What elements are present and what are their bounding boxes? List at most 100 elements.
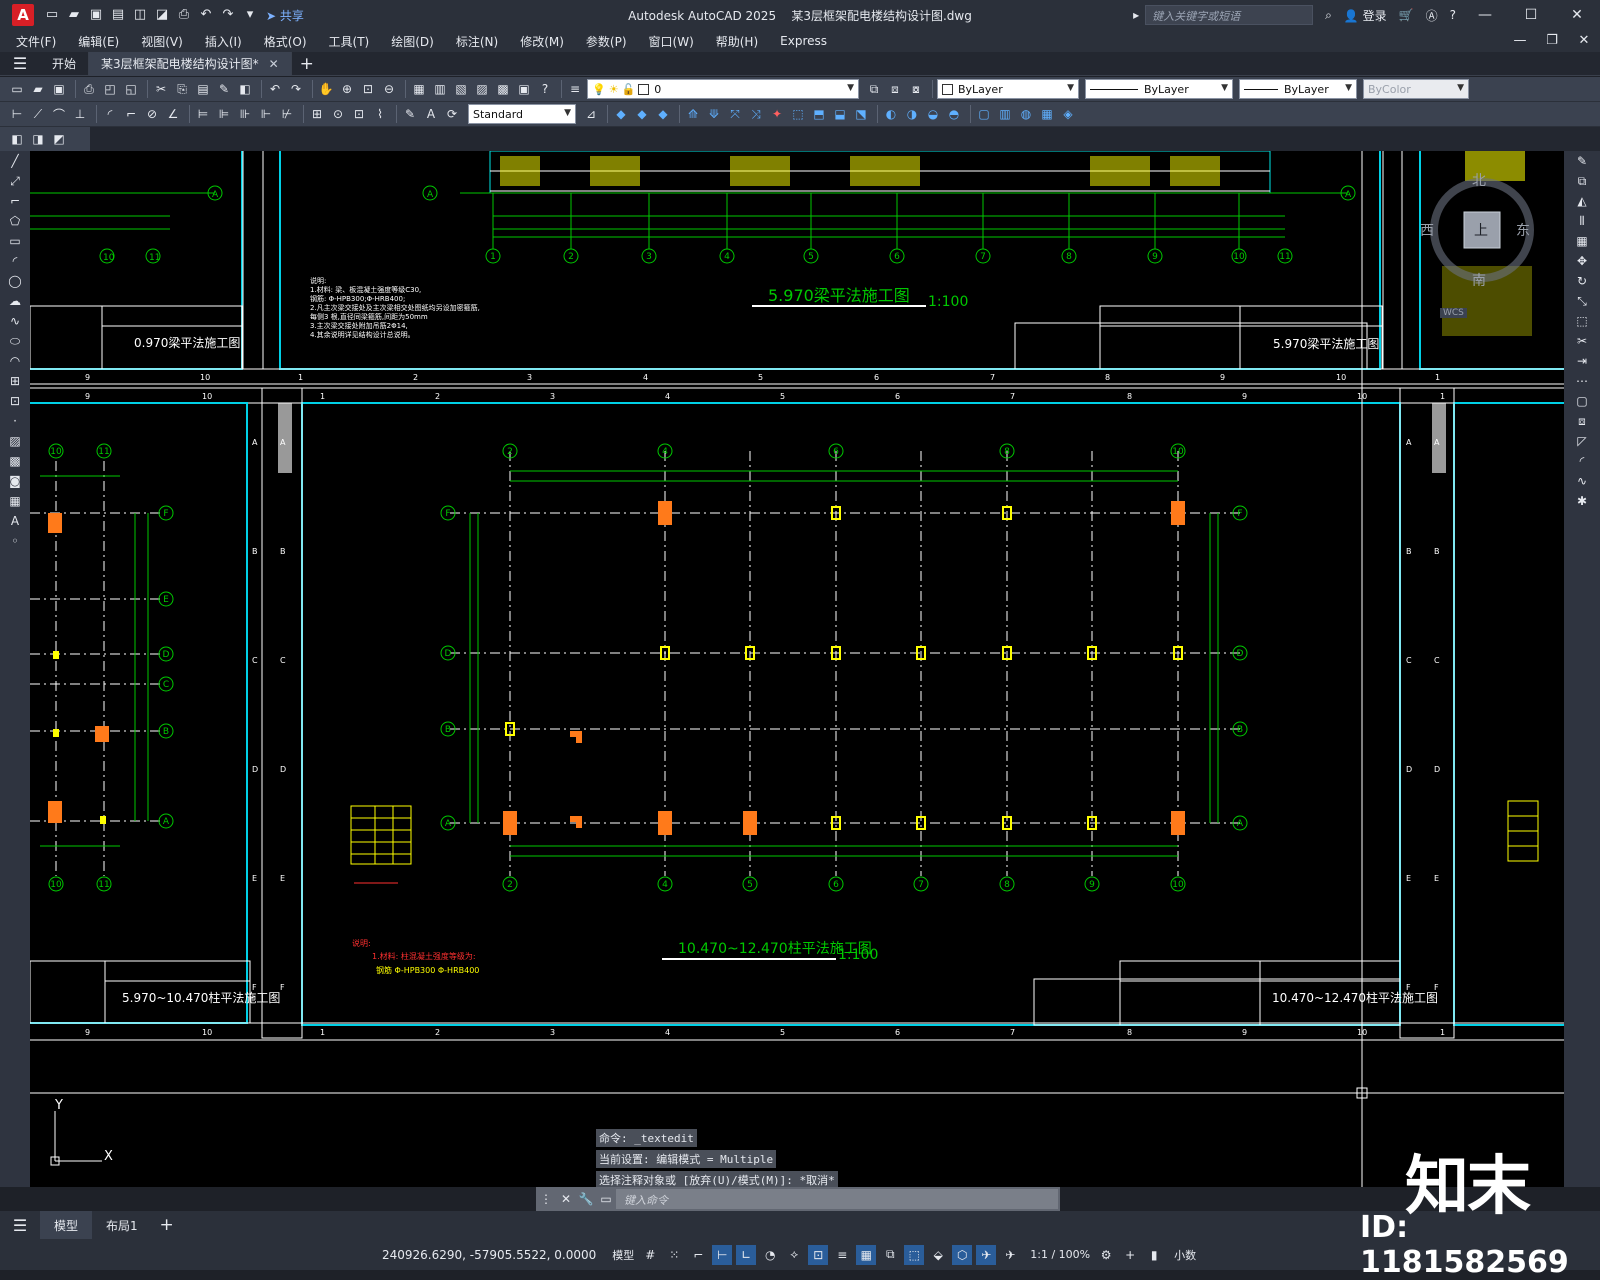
extend-icon[interactable]: ⇥ — [1564, 351, 1600, 371]
close-tab-icon[interactable]: ✕ — [269, 57, 279, 71]
ucs-object-icon[interactable]: ✦ — [768, 105, 786, 123]
ellipse-arc-icon[interactable]: ◠ — [0, 351, 30, 371]
share-button[interactable]: ➤ 共享 — [266, 7, 304, 24]
search-icon[interactable]: ⌕ — [1325, 8, 1332, 23]
menu-help[interactable]: 帮助(H) — [716, 33, 758, 50]
menu-file[interactable]: 文件(F) — [16, 33, 56, 50]
dynamic-input-icon[interactable]: ⊢ — [712, 1244, 733, 1265]
redo-icon[interactable]: ↷ — [220, 7, 236, 23]
tab-start[interactable]: 开始 — [40, 51, 90, 76]
cut-icon[interactable]: ✂ — [152, 80, 170, 98]
grip-icon[interactable]: ⋮ — [536, 1192, 556, 1206]
expand-search-icon[interactable]: ▸ — [1133, 8, 1139, 22]
tab-document[interactable]: 某3层框架配电楼结构设计图* ✕ — [89, 51, 292, 76]
doc-minimize-button[interactable]: — — [1504, 30, 1536, 52]
menu-tools[interactable]: 工具(T) — [329, 33, 370, 50]
block-editor-icon[interactable]: ◧ — [236, 80, 254, 98]
center-mark-icon[interactable]: ⊙ — [329, 105, 347, 123]
visual-style-icon[interactable]: ◐ — [882, 105, 900, 123]
linear-dim-icon[interactable]: ⊢ — [8, 105, 26, 123]
continue-dim-icon[interactable]: ⊪ — [236, 105, 254, 123]
view-left-icon[interactable]: ◆ — [654, 105, 672, 123]
realistic-icon[interactable]: ◓ — [945, 105, 963, 123]
mirror-icon[interactable]: ◭ — [1564, 191, 1600, 211]
annotation-monitor-icon[interactable]: + — [1120, 1245, 1140, 1265]
box-icon[interactable]: ▢ — [975, 105, 993, 123]
new-layout-button[interactable]: + — [152, 1215, 182, 1235]
gradient-icon[interactable]: ▩ — [0, 451, 30, 471]
extrude-icon[interactable]: ▦ — [1038, 105, 1056, 123]
polygon-icon[interactable]: ⬠ — [0, 211, 30, 231]
wrench-icon[interactable]: 🔧 — [576, 1192, 596, 1206]
zoom-realtime-icon[interactable]: ⊕ — [338, 80, 356, 98]
workspace-switch-icon[interactable]: ◩ — [50, 130, 68, 148]
units-icon[interactable]: ▮ — [1144, 1245, 1164, 1265]
close-icon[interactable]: ✕ — [556, 1192, 576, 1206]
layer-properties-icon[interactable]: ≡ — [566, 80, 584, 98]
chamfer-icon[interactable]: ◸ — [1564, 431, 1600, 451]
lineweight-dropdown[interactable]: ByLayer ▼ — [1239, 79, 1357, 99]
minimize-button[interactable]: — — [1462, 0, 1508, 30]
make-block-icon[interactable]: ⊡ — [0, 391, 30, 411]
color-dropdown[interactable]: ByLayer ▼ — [937, 79, 1079, 99]
arc-icon[interactable]: ◜ — [0, 251, 30, 271]
lineweight-icon[interactable]: ≡ — [832, 1245, 852, 1265]
ucs-zaxis-icon[interactable]: ⬓ — [831, 105, 849, 123]
3d-osnap-icon[interactable]: ⬚ — [904, 1244, 925, 1265]
radius-dim-icon[interactable]: ◜ — [101, 105, 119, 123]
break-icon[interactable]: ▢ — [1564, 391, 1600, 411]
transparency-icon[interactable]: ▦ — [856, 1244, 877, 1265]
dim-break-icon[interactable]: ⊬ — [278, 105, 296, 123]
help-icon[interactable]: ? — [1450, 8, 1456, 22]
help-icon[interactable]: ? — [536, 80, 554, 98]
layer-state-icon[interactable]: ⧇ — [907, 80, 925, 98]
cylinder-icon[interactable]: ▥ — [996, 105, 1014, 123]
layer-dropdown[interactable]: 💡 ☀ 🔓 0 ▼ — [587, 79, 859, 99]
plot-preview-icon[interactable]: ◰ — [101, 80, 119, 98]
open-file-icon[interactable]: ▰ — [66, 7, 82, 23]
dim-space-icon[interactable]: ⊩ — [257, 105, 275, 123]
break-point-icon[interactable]: ⋯ — [1564, 371, 1600, 391]
zoom-previous-icon[interactable]: ⊖ — [380, 80, 398, 98]
dim-style-manager-icon[interactable]: ⊿ — [582, 105, 600, 123]
new-file-icon[interactable]: ▭ — [44, 7, 60, 23]
plot-icon[interactable]: ⎙ — [176, 7, 192, 23]
fillet-icon[interactable]: ◜ — [1564, 451, 1600, 471]
open-icon[interactable]: ▰ — [29, 80, 47, 98]
auto-scale-icon[interactable]: ✈ — [1000, 1245, 1020, 1265]
circle-icon[interactable]: ◯ — [0, 271, 30, 291]
array-icon[interactable]: ▦ — [1564, 231, 1600, 251]
model-space-button[interactable]: 模型 — [612, 1247, 634, 1263]
table-icon[interactable]: ▦ — [0, 491, 30, 511]
menu-format[interactable]: 格式(O) — [264, 33, 307, 50]
move-icon[interactable]: ✥ — [1564, 251, 1600, 271]
view-front-icon[interactable]: ◆ — [612, 105, 630, 123]
offset-icon[interactable]: ⫴ — [1564, 211, 1600, 231]
dim-update-icon[interactable]: ⟳ — [443, 105, 461, 123]
aligned-dim-icon[interactable]: ⟋ — [29, 105, 47, 123]
cart-icon[interactable]: 🛒 — [1399, 8, 1414, 22]
customize-qat-icon[interactable]: ▾ — [242, 7, 258, 23]
hidden-icon[interactable]: ◒ — [924, 105, 942, 123]
coordinate-readout[interactable]: 240926.6290, -57905.5522, 0.0000 — [382, 1248, 596, 1262]
stretch-icon[interactable]: ⬚ — [1564, 311, 1600, 331]
infer-constraints-icon[interactable]: ⌐ — [688, 1245, 708, 1265]
new-icon[interactable]: ▭ — [8, 80, 26, 98]
snap-icon[interactable]: ⁙ — [664, 1245, 684, 1265]
construction-line-icon[interactable]: ⤢ — [0, 171, 30, 191]
copy-object-icon[interactable]: ⧉ — [1564, 171, 1600, 191]
properties-icon[interactable]: ▦ — [410, 80, 428, 98]
revcloud-icon[interactable]: ☁ — [0, 291, 30, 311]
redo-icon[interactable]: ↷ — [287, 80, 305, 98]
angular-dim-icon[interactable]: ∠ — [164, 105, 182, 123]
rectangle-icon[interactable]: ▭ — [0, 231, 30, 251]
inspection-icon[interactable]: ⊡ — [350, 105, 368, 123]
add-selected-icon[interactable]: ◦ — [0, 531, 30, 551]
annotation-visibility-icon[interactable]: ✈ — [976, 1244, 997, 1265]
tolerance-icon[interactable]: ⊞ — [308, 105, 326, 123]
menu-modify[interactable]: 修改(M) — [520, 33, 564, 50]
polar-tracking-icon[interactable]: ◔ — [760, 1245, 780, 1265]
workspace-save-icon[interactable]: ◨ — [29, 130, 47, 148]
command-input[interactable]: 键入命令 — [616, 1189, 1058, 1209]
tab-model[interactable]: 模型 — [40, 1211, 93, 1239]
